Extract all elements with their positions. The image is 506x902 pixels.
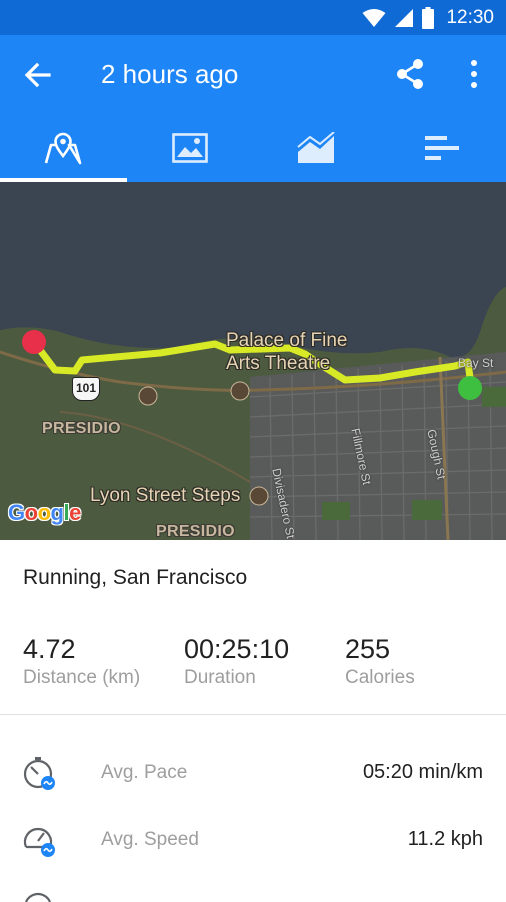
map-pin-icon xyxy=(43,130,83,166)
next-metric-icon xyxy=(22,890,58,902)
tab-photos[interactable] xyxy=(127,113,254,182)
route-map[interactable]: 101 Palace of Fine Arts Theatre Bay St P… xyxy=(0,182,506,540)
lyon-steps-label: Lyon Street Steps xyxy=(90,485,240,507)
presidio-label-1: PRESIDIO xyxy=(42,420,121,438)
stat-calories-label: Calories xyxy=(345,666,415,690)
google-logo: Google xyxy=(8,500,81,526)
stat-duration-label: Duration xyxy=(184,666,289,690)
palace-label-line1: Palace of Fine xyxy=(226,330,347,352)
status-icons: 12:30 xyxy=(362,6,494,30)
app-bar: 2 hours ago xyxy=(0,35,506,182)
metric-label-avg-speed: Avg. Speed xyxy=(101,829,199,851)
stat-distance-label: Distance (km) xyxy=(23,666,140,690)
share-icon[interactable] xyxy=(394,57,426,91)
metric-row-avg-speed[interactable]: Avg. Speed 11.2 kph xyxy=(0,823,506,883)
tab-splits[interactable] xyxy=(380,113,506,182)
palace-label-line2: Arts Theatre xyxy=(226,353,330,375)
tab-map[interactable] xyxy=(0,113,127,182)
speedometer-icon xyxy=(22,823,58,859)
stat-calories: 255 Calories xyxy=(345,632,415,690)
bar-list-icon xyxy=(425,135,461,161)
back-arrow-icon[interactable] xyxy=(22,59,54,91)
stat-calories-value: 255 xyxy=(345,632,415,666)
wifi-icon xyxy=(362,8,386,28)
bay-st-label: Bay St xyxy=(458,356,493,370)
stat-duration: 00:25:10 Duration xyxy=(184,632,289,690)
more-vert-icon[interactable] xyxy=(463,59,485,89)
tab-charts[interactable] xyxy=(253,113,380,182)
metric-row-avg-pace[interactable]: Avg. Pace 05:20 min/km xyxy=(0,756,506,816)
cell-signal-icon xyxy=(394,8,414,28)
stat-distance-value: 4.72 xyxy=(23,632,140,666)
image-icon xyxy=(172,133,208,163)
toolbar: 2 hours ago xyxy=(0,35,506,113)
route-end-marker[interactable] xyxy=(22,330,46,354)
stat-duration-value: 00:25:10 xyxy=(184,632,289,666)
status-time: 12:30 xyxy=(446,6,494,30)
tab-bar xyxy=(0,113,506,182)
presidio-label-2: PRESIDIO xyxy=(156,523,235,540)
metric-label-avg-pace: Avg. Pace xyxy=(101,762,187,784)
metric-value-avg-speed: 11.2 kph xyxy=(408,828,483,851)
page-title: 2 hours ago xyxy=(101,57,238,91)
pace-stopwatch-icon xyxy=(22,756,58,792)
area-chart-icon xyxy=(296,132,336,164)
divider xyxy=(0,714,506,715)
battery-icon xyxy=(422,7,434,29)
highway-101-shield: 101 xyxy=(72,377,100,401)
route-start-marker[interactable] xyxy=(458,376,482,400)
stat-distance: 4.72 Distance (km) xyxy=(23,632,140,690)
status-bar: 12:30 xyxy=(0,0,506,35)
activity-title: Running, San Francisco xyxy=(23,566,247,590)
stats-row: 4.72 Distance (km) 00:25:10 Duration 255… xyxy=(0,632,506,702)
metric-value-avg-pace: 05:20 min/km xyxy=(363,761,483,784)
